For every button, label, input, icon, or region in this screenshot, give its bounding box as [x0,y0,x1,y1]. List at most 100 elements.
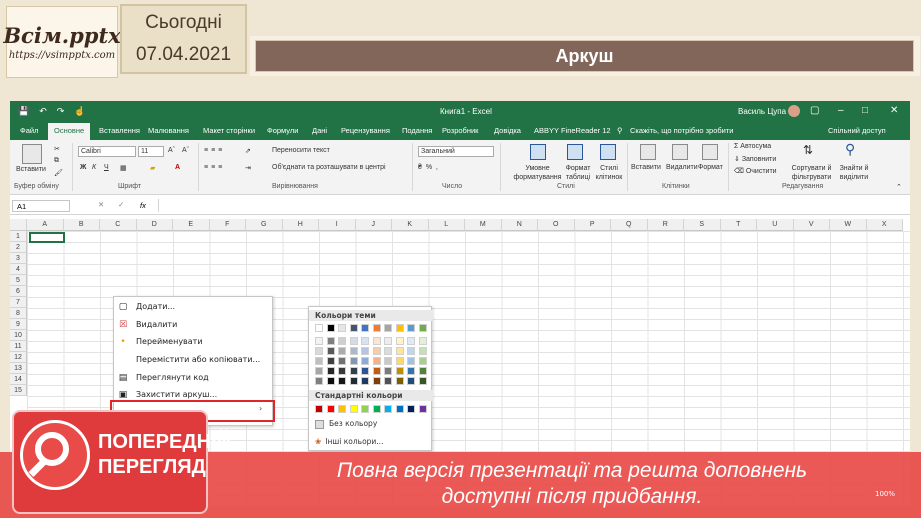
font-size-select[interactable]: 11 [138,146,164,157]
color-swatch[interactable] [395,357,404,365]
conditional-formatting-button[interactable]: Умовне форматування [510,164,565,182]
color-swatch[interactable] [418,337,427,345]
color-swatch[interactable] [315,337,323,345]
color-swatch[interactable] [395,347,404,355]
color-swatch[interactable] [349,347,358,355]
color-swatch[interactable] [349,324,358,332]
row-header[interactable]: 6 [10,286,27,297]
font-shrink-icon[interactable]: Aˇ [182,147,189,154]
color-swatch[interactable] [338,324,346,332]
find-select-button[interactable]: Знайти й виділити [834,164,874,182]
format-painter-icon[interactable]: 🖌 [54,169,63,177]
font-grow-icon[interactable]: Aˆ [168,147,175,154]
underline-icon[interactable]: Ч [104,164,109,171]
color-swatch[interactable] [407,405,415,413]
column-header[interactable]: L [428,219,465,231]
color-swatch[interactable] [384,324,392,332]
color-swatch[interactable] [372,324,381,332]
color-swatch[interactable] [349,357,358,365]
italic-icon[interactable]: К [92,164,96,171]
formula-input[interactable] [158,199,898,212]
column-header[interactable]: A [27,219,64,231]
color-swatch[interactable] [326,337,335,345]
row-header[interactable]: 10 [10,330,27,341]
redo-icon[interactable]: ↷ [57,106,65,117]
color-swatch[interactable] [395,405,404,413]
color-swatch[interactable] [315,367,323,375]
zoom-level[interactable]: 100% [875,490,895,498]
column-header[interactable]: X [866,219,903,231]
color-swatch[interactable] [407,347,415,355]
minimize-icon[interactable]: – [838,105,844,116]
format-cells-icon[interactable] [702,144,718,160]
format-cells-button[interactable]: Формат [698,164,723,171]
wrap-text-button[interactable]: Переносити текст [272,147,330,154]
tab-file[interactable]: Файл [20,126,38,135]
insert-cells-icon[interactable] [640,144,656,160]
color-swatch[interactable] [315,405,323,413]
paste-icon[interactable] [22,144,42,164]
vertical-align-icons[interactable]: ≡≡≡ [204,147,225,154]
color-swatch[interactable] [384,337,392,345]
color-swatch[interactable] [372,337,381,345]
avatar[interactable] [788,105,800,117]
clear-button[interactable]: ⌫ Очистити [734,167,777,175]
column-header[interactable]: R [647,219,684,231]
share-button[interactable]: Спільний доступ [828,126,886,135]
color-swatch[interactable] [384,377,392,385]
collapse-ribbon-icon[interactable]: ⌃ [896,183,902,191]
color-swatch[interactable] [349,337,358,345]
merge-center-button[interactable]: Об'єднати та розташувати в центрі [272,164,386,171]
column-header[interactable]: J [355,219,392,231]
color-swatch[interactable] [326,357,335,365]
close-icon[interactable]: ✕ [890,105,898,116]
color-swatch[interactable] [407,377,415,385]
cancel-formula-icon[interactable]: ✕ [98,200,104,209]
column-header[interactable]: N [501,219,538,231]
color-swatch[interactable] [326,405,335,413]
column-header[interactable]: U [757,219,794,231]
copy-icon[interactable]: ⧉ [54,157,59,165]
tab-developer[interactable]: Розробник [442,126,478,135]
insert-function-icon[interactable]: fx [140,201,146,210]
font-name-select[interactable]: Calibri [78,146,136,157]
color-swatch[interactable] [338,347,346,355]
tab-view[interactable]: Подання [402,126,432,135]
number-format-select[interactable]: Загальний [418,146,494,157]
delete-cells-icon[interactable] [672,144,688,160]
bold-icon[interactable]: Ж [80,164,86,171]
color-swatch[interactable] [338,337,346,345]
color-swatch[interactable] [326,377,335,385]
column-header[interactable]: W [830,219,867,231]
context-delete[interactable]: Видалити [136,320,177,329]
more-colors-option[interactable]: ❀ Інші кольори... [315,437,383,446]
context-view-code[interactable]: Переглянути код [136,373,209,382]
tell-me-search[interactable]: Скажіть, що потрібно зробити [630,126,734,135]
touch-mode-icon[interactable]: ☝ [74,106,85,117]
cut-icon[interactable]: ✂ [54,145,60,153]
fill-button[interactable]: ⇓ Заповнити [734,155,776,163]
color-swatch[interactable] [384,405,392,413]
color-swatch[interactable] [418,367,427,375]
row-header[interactable]: 9 [10,319,27,330]
color-swatch[interactable] [372,347,381,355]
color-swatch[interactable] [418,324,427,332]
tab-data[interactable]: Дані [312,126,327,135]
row-header[interactable]: 2 [10,242,27,253]
insert-cells-button[interactable]: Вставити [631,164,661,171]
tab-review[interactable]: Рецензування [341,126,390,135]
paste-button[interactable]: Вставити [16,166,46,173]
color-swatch[interactable] [395,324,404,332]
color-swatch[interactable] [361,377,369,385]
format-as-table-button[interactable]: Формат таблиці [560,164,596,182]
autosum-button[interactable]: Σ Автосума [734,143,771,150]
color-swatch[interactable] [372,405,381,413]
context-insert[interactable]: Додати... [136,302,175,311]
column-header[interactable]: H [282,219,319,231]
column-header[interactable]: G [246,219,283,231]
color-swatch[interactable] [349,377,358,385]
tab-home[interactable]: Основне [48,123,91,140]
format-as-table-icon[interactable] [567,144,583,160]
color-swatch[interactable] [361,347,369,355]
fill-color-icon[interactable]: ▰ [150,164,155,172]
